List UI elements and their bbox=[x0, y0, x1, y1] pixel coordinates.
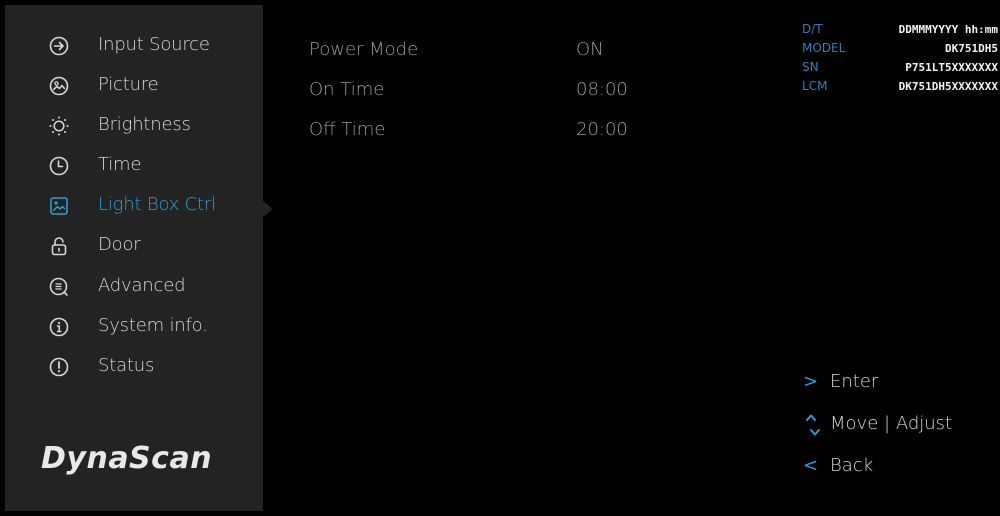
setting-label: On Time bbox=[309, 79, 385, 100]
chevron-right-icon: > bbox=[803, 371, 819, 392]
info-icon bbox=[49, 317, 69, 337]
info-value: P751LT5XXXXXXX bbox=[905, 61, 998, 74]
info-row-model: MODEL DK751DH5 bbox=[802, 41, 998, 59]
info-key: D/T bbox=[802, 22, 823, 36]
chevron-left-icon: < bbox=[803, 455, 819, 476]
sidebar-item-label: Door bbox=[98, 234, 141, 255]
hint-label: Enter bbox=[830, 371, 879, 392]
sidebar-item-label: Picture bbox=[98, 74, 159, 95]
light-box-icon bbox=[49, 196, 69, 216]
hint-separator: | bbox=[884, 413, 891, 434]
hint-enter: > Enter bbox=[803, 369, 993, 397]
osd-screen: Input Source Picture Brightness Time Lig… bbox=[5, 5, 1000, 511]
sidebar-item-time[interactable]: Time bbox=[5, 148, 263, 184]
sidebar-item-picture[interactable]: Picture bbox=[5, 68, 263, 104]
setting-row-power-mode[interactable]: Power Mode ON bbox=[309, 36, 669, 66]
info-value: DDMMMYYYY hh:mm bbox=[898, 23, 998, 36]
sidebar-item-label: Brightness bbox=[98, 114, 191, 135]
active-item-pointer bbox=[263, 201, 273, 217]
info-row-serial: SN P751LT5XXXXXXX bbox=[802, 60, 998, 78]
picture-icon bbox=[49, 76, 69, 96]
setting-value[interactable]: 08:00 bbox=[576, 79, 628, 100]
up-down-arrow-icon bbox=[803, 413, 823, 437]
sidebar-item-input-source[interactable]: Input Source bbox=[5, 28, 263, 64]
sidebar-item-advanced[interactable]: Advanced bbox=[5, 269, 263, 305]
setting-label: Power Mode bbox=[309, 39, 419, 60]
info-key: SN bbox=[802, 60, 819, 74]
sidebar-item-system-info[interactable]: System info. bbox=[5, 309, 263, 345]
setting-value[interactable]: 20:00 bbox=[576, 119, 628, 140]
sidebar-item-label: Input Source bbox=[98, 34, 210, 55]
setting-row-on-time[interactable]: On Time 08:00 bbox=[309, 76, 669, 106]
info-value: DK751DH5 bbox=[945, 42, 998, 55]
advanced-icon bbox=[49, 277, 69, 297]
sidebar-item-status[interactable]: Status bbox=[5, 349, 263, 385]
clock-icon bbox=[49, 156, 69, 176]
info-row-datetime: D/T DDMMMYYYY hh:mm bbox=[802, 22, 998, 40]
sidebar-item-brightness[interactable]: Brightness bbox=[5, 108, 263, 144]
dynascan-logo: DynaScan bbox=[41, 441, 213, 476]
input-source-icon bbox=[49, 36, 69, 56]
hint-label-move: Move bbox=[830, 413, 879, 434]
setting-row-off-time[interactable]: Off Time 20:00 bbox=[309, 116, 669, 146]
sidebar-item-label: System info. bbox=[98, 315, 208, 336]
brightness-icon bbox=[49, 116, 69, 136]
hint-move-adjust: Move | Adjust bbox=[803, 411, 993, 439]
hint-label: Back bbox=[830, 455, 874, 476]
info-key: MODEL bbox=[802, 41, 846, 55]
info-value: DK751DH5XXXXXXX bbox=[898, 80, 998, 93]
lock-icon bbox=[49, 236, 69, 256]
hint-label-group: Move | Adjust bbox=[830, 413, 952, 434]
sidebar-item-label: Time bbox=[98, 154, 142, 175]
info-key: LCM bbox=[802, 79, 828, 93]
sidebar-menu: Input Source Picture Brightness Time Lig… bbox=[5, 5, 263, 511]
sidebar-item-label: Light Box Ctrl bbox=[98, 194, 216, 215]
setting-value[interactable]: ON bbox=[576, 39, 604, 60]
exclamation-icon bbox=[49, 357, 69, 377]
hint-label-adjust: Adjust bbox=[895, 413, 953, 434]
sidebar-item-label: Status bbox=[98, 355, 155, 376]
sidebar-item-light-box-ctrl[interactable]: Light Box Ctrl bbox=[5, 188, 263, 224]
setting-label: Off Time bbox=[309, 119, 386, 140]
hint-back: < Back bbox=[803, 453, 993, 481]
sidebar-item-door[interactable]: Door bbox=[5, 228, 263, 264]
info-row-lcm: LCM DK751DH5XXXXXXX bbox=[802, 79, 998, 97]
sidebar-item-label: Advanced bbox=[98, 275, 186, 296]
